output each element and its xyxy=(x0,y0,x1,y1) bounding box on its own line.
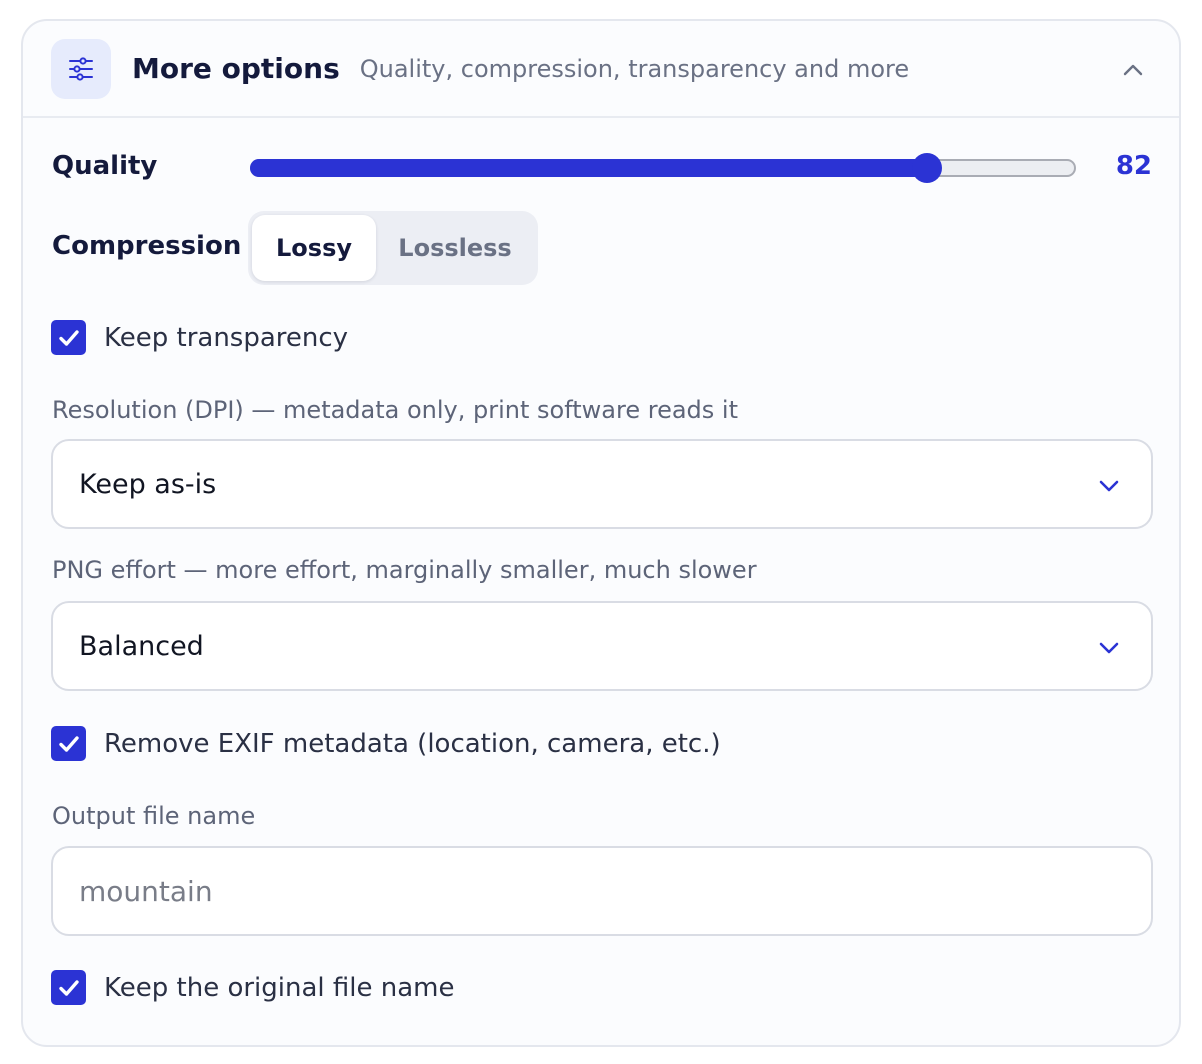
chevron-up-icon[interactable] xyxy=(1121,58,1145,82)
quality-slider[interactable] xyxy=(250,153,1076,183)
quality-value: 82 xyxy=(1115,151,1152,181)
png-effort-select[interactable]: Balanced xyxy=(51,601,1153,691)
keep-original-name-row[interactable]: Keep the original file name xyxy=(51,970,455,1005)
remove-exif-checkbox[interactable] xyxy=(51,726,86,761)
keep-original-name-label: Keep the original file name xyxy=(104,972,455,1003)
keep-transparency-label: Keep transparency xyxy=(104,322,349,353)
output-name-input[interactable] xyxy=(51,846,1153,936)
panel-title: More options xyxy=(132,52,340,85)
remove-exif-row[interactable]: Remove EXIF metadata (location, camera, … xyxy=(51,726,721,761)
chevron-down-icon xyxy=(1099,642,1119,654)
resolution-select[interactable]: Keep as-is xyxy=(51,439,1153,529)
resolution-selected-value: Keep as-is xyxy=(79,468,217,500)
quality-label: Quality xyxy=(52,151,158,181)
resolution-label: Resolution (DPI) — metadata only, print … xyxy=(52,396,738,424)
keep-transparency-row[interactable]: Keep transparency xyxy=(51,320,348,355)
more-options-panel: More options Quality, compression, trans… xyxy=(21,19,1181,1047)
output-name-label: Output file name xyxy=(52,802,256,830)
slider-fill xyxy=(250,159,927,177)
slider-thumb[interactable] xyxy=(912,153,942,183)
compression-option-lossless[interactable]: Lossless xyxy=(376,215,534,281)
chevron-down-icon xyxy=(1099,480,1119,492)
check-icon xyxy=(58,735,79,752)
png-effort-selected-value: Balanced xyxy=(79,630,204,662)
check-icon xyxy=(58,329,79,346)
remove-exif-label: Remove EXIF metadata (location, camera, … xyxy=(104,728,721,759)
compression-label: Compression xyxy=(52,231,242,261)
panel-subtitle: Quality, compression, transparency and m… xyxy=(359,54,910,83)
sliders-icon xyxy=(51,38,111,99)
check-icon xyxy=(58,979,79,996)
compression-option-lossy[interactable]: Lossy xyxy=(252,215,376,281)
keep-transparency-checkbox[interactable] xyxy=(51,320,86,355)
keep-original-name-checkbox[interactable] xyxy=(51,970,86,1005)
png-effort-label: PNG effort — more effort, marginally sma… xyxy=(52,556,757,584)
more-options-header[interactable]: More options Quality, compression, trans… xyxy=(23,21,1179,118)
compression-segmented-control: Lossy Lossless xyxy=(248,211,538,285)
